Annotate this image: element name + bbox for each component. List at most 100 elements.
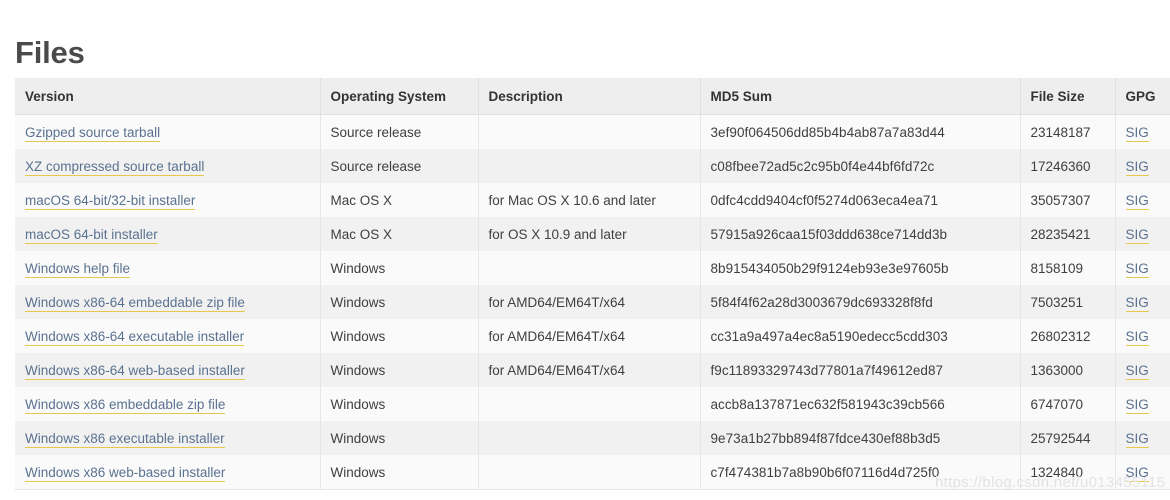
cell-version: Windows x86 executable installer xyxy=(15,421,321,455)
cell-version: Windows x86-64 web-based installer xyxy=(15,353,321,387)
cell-gpg: SIG xyxy=(1115,251,1170,285)
cell-file-size: 28235421 xyxy=(1020,217,1116,251)
cell-md5-sum: 8b915434050b29f9124eb93e3e97605b xyxy=(700,251,1021,285)
table-row: macOS 64-bit/32-bit installer Mac OS Xfor… xyxy=(15,183,1170,217)
cell-gpg: SIG xyxy=(1115,319,1170,353)
cell-version: macOS 64-bit/32-bit installer xyxy=(15,183,321,217)
download-link[interactable]: XZ compressed source tarball xyxy=(25,158,205,176)
download-link[interactable]: macOS 64-bit installer xyxy=(25,226,158,244)
cell-gpg: SIG xyxy=(1115,217,1170,251)
cell-description xyxy=(478,251,701,285)
cell-md5-sum: cc31a9a497a4ec8a5190edecc5cdd303 xyxy=(700,319,1021,353)
table-row: Windows x86-64 web-based installer Window… xyxy=(15,353,1170,387)
signature-link[interactable]: SIG xyxy=(1125,226,1149,244)
cell-operating-system: Windows xyxy=(320,319,479,353)
download-link[interactable]: Windows x86 embeddable zip file xyxy=(25,396,226,414)
cell-file-size: 1363000 xyxy=(1020,353,1116,387)
column-header-file-size: File Size xyxy=(1020,78,1116,115)
table-row: Windows x86 web-based installer Windows c7… xyxy=(15,455,1170,490)
signature-link[interactable]: SIG xyxy=(1125,294,1149,312)
cell-description: for OS X 10.9 and later xyxy=(478,217,701,251)
signature-link[interactable]: SIG xyxy=(1125,328,1149,346)
cell-operating-system: Windows xyxy=(320,251,479,285)
download-link[interactable]: Windows x86-64 embeddable zip file xyxy=(25,294,245,312)
download-link[interactable]: Windows x86 executable installer xyxy=(25,430,225,448)
cell-gpg: SIG xyxy=(1115,183,1170,217)
table-row: Windows x86 embeddable zip file Windows ac… xyxy=(15,387,1170,421)
cell-operating-system: Mac OS X xyxy=(320,217,479,251)
table-row: Windows x86 executable installer Windows 9… xyxy=(15,421,1170,455)
cell-version: Windows x86-64 executable installer xyxy=(15,319,321,353)
column-header-description: Description xyxy=(478,78,701,115)
signature-link[interactable]: SIG xyxy=(1125,158,1149,176)
cell-file-size: 1324840 xyxy=(1020,455,1116,490)
cell-gpg: SIG xyxy=(1115,455,1170,490)
download-link[interactable]: Windows help file xyxy=(25,260,131,278)
cell-md5-sum: 57915a926caa15f03ddd638ce714dd3b xyxy=(700,217,1021,251)
cell-version: Windows x86 embeddable zip file xyxy=(15,387,321,421)
download-link[interactable]: macOS 64-bit/32-bit installer xyxy=(25,192,196,210)
cell-gpg: SIG xyxy=(1115,353,1170,387)
cell-file-size: 25792544 xyxy=(1020,421,1116,455)
cell-file-size: 23148187 xyxy=(1020,114,1116,149)
cell-operating-system: Source release xyxy=(320,114,479,149)
cell-md5-sum: 3ef90f064506dd85b4b4ab87a7a83d44 xyxy=(700,114,1021,149)
signature-link[interactable]: SIG xyxy=(1125,464,1149,482)
cell-file-size: 17246360 xyxy=(1020,149,1116,183)
cell-file-size: 8158109 xyxy=(1020,251,1116,285)
table-body: Gzipped source tarball Source release 3ef9… xyxy=(15,114,1170,490)
table-row: Gzipped source tarball Source release 3ef9… xyxy=(15,114,1170,149)
files-table-container: Version Operating System Description MD5… xyxy=(15,78,1170,490)
signature-link[interactable]: SIG xyxy=(1125,260,1149,278)
table-row: XZ compressed source tarball Source relea… xyxy=(15,149,1170,183)
cell-operating-system: Windows xyxy=(320,353,479,387)
cell-file-size: 7503251 xyxy=(1020,285,1116,319)
cell-md5-sum: accb8a137871ec632f581943c39cb566 xyxy=(700,387,1021,421)
cell-gpg: SIG xyxy=(1115,114,1170,149)
cell-description: for AMD64/EM64T/x64 xyxy=(478,353,701,387)
page-title: Files xyxy=(15,34,85,70)
signature-link[interactable]: SIG xyxy=(1125,362,1149,380)
download-link[interactable]: Gzipped source tarball xyxy=(25,124,161,142)
cell-md5-sum: c08fbee72ad5c2c95b0f4e44bf6fd72c xyxy=(700,149,1021,183)
cell-file-size: 6747070 xyxy=(1020,387,1116,421)
cell-md5-sum: 9e73a1b27bb894f87fdce430ef88b3d5 xyxy=(700,421,1021,455)
cell-operating-system: Source release xyxy=(320,149,479,183)
cell-gpg: SIG xyxy=(1115,149,1170,183)
column-header-operating-system: Operating System xyxy=(320,78,479,115)
cell-version: XZ compressed source tarball xyxy=(15,149,321,183)
files-page: Files Version Operating System Descripti… xyxy=(0,0,1170,500)
cell-description xyxy=(478,114,701,149)
table-row: Windows x86-64 embeddable zip file Window… xyxy=(15,285,1170,319)
download-link[interactable]: Windows x86 web-based installer xyxy=(25,464,226,482)
download-link[interactable]: Windows x86-64 web-based installer xyxy=(25,362,245,380)
table-row: Windows help file Windows 8b915434050b29f9… xyxy=(15,251,1170,285)
cell-description xyxy=(478,149,701,183)
cell-md5-sum: c7f474381b7a8b90b6f07116d4d725f0 xyxy=(700,455,1021,490)
cell-operating-system: Windows xyxy=(320,421,479,455)
cell-gpg: SIG xyxy=(1115,285,1170,319)
table-row: Windows x86-64 executable installer Windo… xyxy=(15,319,1170,353)
cell-description: for AMD64/EM64T/x64 xyxy=(478,319,701,353)
cell-version: Windows x86 web-based installer xyxy=(15,455,321,490)
cell-operating-system: Windows xyxy=(320,285,479,319)
cell-version: Gzipped source tarball xyxy=(15,114,321,149)
cell-description xyxy=(478,421,701,455)
download-link[interactable]: Windows x86-64 executable installer xyxy=(25,328,245,346)
files-table: Version Operating System Description MD5… xyxy=(15,78,1170,490)
cell-version: Windows help file xyxy=(15,251,321,285)
cell-md5-sum: f9c11893329743d77801a7f49612ed87 xyxy=(700,353,1021,387)
signature-link[interactable]: SIG xyxy=(1125,430,1149,448)
cell-gpg: SIG xyxy=(1115,421,1170,455)
column-header-md5-sum: MD5 Sum xyxy=(700,78,1021,115)
signature-link[interactable]: SIG xyxy=(1125,396,1149,414)
signature-link[interactable]: SIG xyxy=(1125,192,1149,210)
table-header: Version Operating System Description MD5… xyxy=(15,78,1170,115)
cell-md5-sum: 0dfc4cdd9404cf0f5274d063eca4ea71 xyxy=(700,183,1021,217)
column-header-version: Version xyxy=(15,78,321,115)
cell-operating-system: Windows xyxy=(320,455,479,490)
cell-version: Windows x86-64 embeddable zip file xyxy=(15,285,321,319)
table-row: macOS 64-bit installer Mac OS Xfor OS X 1… xyxy=(15,217,1170,251)
cell-gpg: SIG xyxy=(1115,387,1170,421)
signature-link[interactable]: SIG xyxy=(1125,124,1149,142)
